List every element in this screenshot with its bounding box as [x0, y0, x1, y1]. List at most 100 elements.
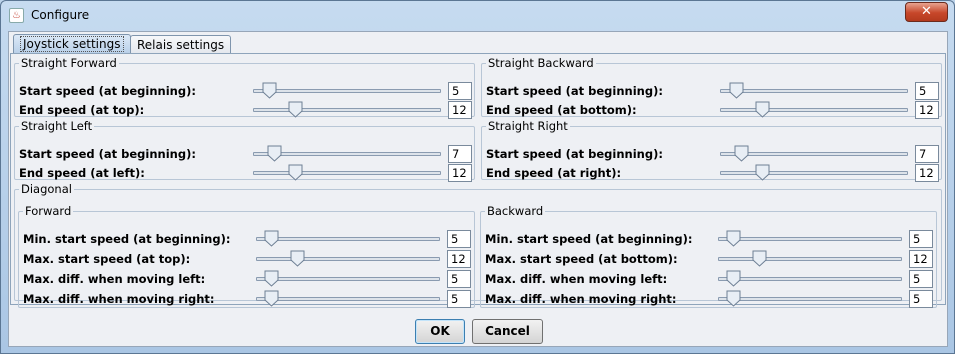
value-field[interactable]: 12	[915, 164, 939, 182]
slider-thumb[interactable]	[288, 164, 303, 181]
title-bar[interactable]: ♨ Configure ✕	[1, 1, 954, 31]
slider-thumb[interactable]	[264, 270, 279, 287]
straight-left-group: Straight Left Start speed (at beginning)…	[14, 120, 475, 182]
setting-label: Max. start speed (at top):	[23, 252, 191, 266]
setting-label: End speed (at bottom):	[486, 103, 637, 117]
slider-thumb[interactable]	[262, 82, 277, 99]
speed-slider[interactable]	[256, 270, 440, 288]
group-title: Backward	[487, 204, 544, 218]
setting-label: Max. diff. when moving right:	[23, 292, 215, 306]
value-field[interactable]: 12	[447, 250, 471, 268]
slider-thumb[interactable]	[264, 230, 279, 247]
setting-label: End speed (at top):	[19, 103, 145, 117]
cancel-button[interactable]: Cancel	[472, 319, 543, 344]
value-field[interactable]: 12	[909, 250, 933, 268]
setting-row: Max. diff. when moving right: 5	[23, 290, 473, 308]
speed-slider[interactable]	[718, 290, 902, 308]
speed-slider[interactable]	[718, 230, 902, 248]
value-field[interactable]: 5	[447, 290, 471, 308]
speed-slider[interactable]	[253, 145, 441, 163]
slider-track	[718, 237, 902, 241]
slider-track	[256, 297, 440, 301]
speed-slider[interactable]	[718, 270, 902, 288]
speed-slider[interactable]	[256, 250, 440, 268]
slider-thumb[interactable]	[755, 164, 770, 181]
setting-row: Max. diff. when moving left: 5	[485, 270, 935, 288]
slider-thumb[interactable]	[734, 145, 749, 162]
setting-row: Start speed (at beginning): 7	[19, 145, 474, 163]
group-title: Diagonal	[21, 182, 72, 196]
setting-label: Start speed (at beginning):	[19, 84, 196, 98]
value-field[interactable]: 12	[915, 101, 939, 119]
setting-label: Max. diff. when moving right:	[485, 292, 677, 306]
setting-row: Max. diff. when moving left: 5	[23, 270, 473, 288]
setting-row: End speed (at right): 12	[486, 164, 941, 182]
tab-joystick-settings[interactable]: Joystick settings	[13, 34, 131, 54]
slider-thumb[interactable]	[755, 101, 770, 118]
speed-slider[interactable]	[718, 250, 902, 268]
value-field[interactable]: 5	[909, 270, 933, 288]
slider-thumb[interactable]	[288, 101, 303, 118]
tab-relais-settings[interactable]: Relais settings	[130, 35, 232, 54]
setting-label: Min. start speed (at beginning):	[485, 232, 693, 246]
setting-row: Start speed (at beginning): 7	[486, 145, 941, 163]
slider-thumb[interactable]	[267, 145, 282, 162]
setting-row: Start speed (at beginning): 5	[19, 82, 474, 100]
setting-label: Start speed (at beginning):	[486, 84, 663, 98]
value-field[interactable]: 12	[448, 164, 472, 182]
diagonal-group: Diagonal Forward Min. start speed (at be…	[14, 182, 942, 308]
straight-backward-group: Straight Backward Start speed (at beginn…	[481, 56, 942, 119]
speed-slider[interactable]	[720, 82, 908, 100]
speed-slider[interactable]	[256, 290, 440, 308]
diagonal-backward-group: Backward Min. start speed (at beginning)…	[480, 205, 937, 308]
group-title: Straight Forward	[21, 56, 117, 70]
slider-track	[718, 257, 902, 261]
tab-label: Joystick settings	[20, 36, 124, 52]
value-field[interactable]: 12	[448, 101, 472, 119]
setting-row: End speed (at bottom): 12	[486, 101, 941, 119]
slider-track	[718, 297, 902, 301]
ok-button[interactable]: OK	[415, 319, 465, 344]
speed-slider[interactable]	[720, 164, 908, 182]
straight-right-group: Straight Right Start speed (at beginning…	[481, 120, 942, 182]
slider-thumb[interactable]	[726, 290, 741, 307]
group-title: Straight Backward	[488, 56, 594, 70]
setting-row: Max. diff. when moving right: 5	[485, 290, 935, 308]
speed-slider[interactable]	[253, 164, 441, 182]
diagonal-forward-group: Forward Min. start speed (at beginning):…	[18, 205, 475, 308]
setting-label: Max. diff. when moving left:	[485, 272, 668, 286]
setting-row: End speed (at left): 12	[19, 164, 474, 182]
speed-slider[interactable]	[256, 230, 440, 248]
value-field[interactable]: 5	[448, 82, 472, 100]
close-button[interactable]: ✕	[905, 2, 948, 22]
slider-thumb[interactable]	[726, 230, 741, 247]
joystick-settings-panel: Straight Forward Start speed (at beginni…	[10, 53, 946, 308]
value-field[interactable]: 7	[915, 145, 939, 163]
setting-label: Start speed (at beginning):	[19, 147, 196, 161]
slider-thumb[interactable]	[729, 82, 744, 99]
setting-label: Max. diff. when moving left:	[23, 272, 206, 286]
value-field[interactable]: 5	[915, 82, 939, 100]
slider-thumb[interactable]	[752, 250, 767, 267]
slider-thumb[interactable]	[290, 250, 305, 267]
setting-row: Min. start speed (at beginning): 5	[485, 230, 935, 248]
value-field[interactable]: 5	[909, 290, 933, 308]
value-field[interactable]: 5	[447, 270, 471, 288]
speed-slider[interactable]	[720, 101, 908, 119]
straight-forward-group: Straight Forward Start speed (at beginni…	[14, 56, 475, 119]
slider-track	[720, 89, 908, 93]
slider-thumb[interactable]	[726, 270, 741, 287]
slider-thumb[interactable]	[264, 290, 279, 307]
setting-row: Start speed (at beginning): 5	[486, 82, 941, 100]
java-icon: ♨	[9, 8, 24, 23]
speed-slider[interactable]	[720, 145, 908, 163]
slider-track	[256, 237, 440, 241]
configure-window: ♨ Configure ✕ Joystick settings Relais s…	[0, 0, 955, 354]
value-field[interactable]: 5	[909, 230, 933, 248]
setting-label: Min. start speed (at beginning):	[23, 232, 231, 246]
speed-slider[interactable]	[253, 101, 441, 119]
value-field[interactable]: 7	[448, 145, 472, 163]
setting-label: Start speed (at beginning):	[486, 147, 663, 161]
value-field[interactable]: 5	[447, 230, 471, 248]
speed-slider[interactable]	[253, 82, 441, 100]
